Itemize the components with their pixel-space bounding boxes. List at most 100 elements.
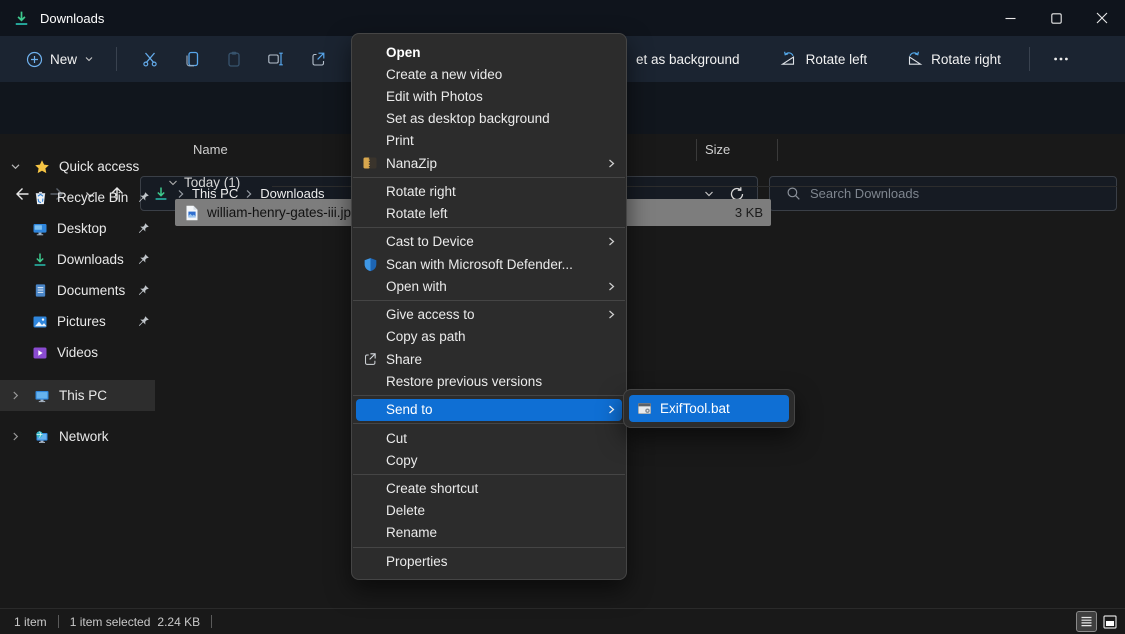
nanazip-icon (361, 154, 379, 172)
file-size: 3 KB (735, 205, 763, 220)
menu-separator (353, 423, 625, 424)
submenu-arrow-icon (607, 309, 616, 320)
menu-item-open-with[interactable]: Open with (352, 275, 626, 297)
copy-icon (183, 50, 201, 68)
context-menu: Open Create a new video Edit with Photos… (351, 33, 627, 580)
sidebar-item-recycle-bin[interactable]: Recycle Bin (0, 182, 160, 213)
pin-icon (137, 253, 150, 266)
menu-item-copy-as-path[interactable]: Copy as path (352, 326, 626, 348)
rotate-left-icon (780, 50, 798, 68)
see-more-icon (1052, 50, 1070, 68)
column-divider[interactable] (777, 139, 778, 161)
chevron-down-icon (84, 54, 94, 64)
submenu-item-label: ExifTool.bat (660, 401, 730, 416)
chevron-down-icon[interactable] (0, 161, 30, 172)
sidebar-item-pictures[interactable]: Pictures (0, 306, 160, 337)
sidebar-item-label: Downloads (57, 252, 124, 267)
menu-item-open[interactable]: Open (352, 41, 626, 63)
sidebar-item-network[interactable]: Network (0, 421, 160, 452)
status-divider (58, 615, 59, 628)
maximize-button[interactable] (1033, 0, 1079, 36)
navigation-pane: Quick access Recycle Bin Desktop Downloa… (0, 134, 160, 608)
sidebar-item-desktop[interactable]: Desktop (0, 213, 160, 244)
pin-icon (137, 222, 150, 235)
menu-item-set-as-desktop-background[interactable]: Set as desktop background (352, 108, 626, 130)
videos-icon (28, 345, 52, 361)
minimize-button[interactable] (987, 0, 1033, 36)
submenu-item-exiftool-bat[interactable]: ExifTool.bat (629, 395, 789, 422)
toolbar-divider (116, 47, 117, 71)
menu-item-share[interactable]: Share (352, 348, 626, 370)
menu-separator (353, 547, 625, 548)
new-button[interactable]: New (16, 45, 104, 74)
recycle-bin-icon (28, 190, 52, 205)
cut-button[interactable] (129, 42, 171, 76)
title-bar: Downloads (0, 0, 1125, 36)
menu-item-create-a-new-video[interactable]: Create a new video (352, 63, 626, 85)
chevron-right-icon[interactable] (0, 390, 30, 401)
column-header-size[interactable]: Size (705, 142, 730, 157)
menu-item-rotate-left[interactable]: Rotate left (352, 203, 626, 225)
large-icons-view-icon (1103, 615, 1117, 629)
file-list-pane: Name Size Today (1) william-henry-gates-… (160, 134, 1125, 608)
sidebar-item-label: This PC (59, 388, 107, 403)
rotate-left-label: Rotate left (806, 52, 868, 67)
menu-item-copy[interactable]: Copy (352, 449, 626, 471)
menu-item-rotate-right[interactable]: Rotate right (352, 180, 626, 202)
menu-item-give-access-to[interactable]: Give access to (352, 304, 626, 326)
submenu-arrow-icon (607, 281, 616, 292)
share-button[interactable] (297, 42, 339, 76)
desktop-icon (28, 221, 52, 237)
toolbar-right-group: et as background Rotate left Rotate righ… (628, 36, 1078, 82)
rotate-right-label: Rotate right (931, 52, 1001, 67)
menu-item-properties[interactable]: Properties (352, 550, 626, 572)
sidebar-item-quick-access[interactable]: Quick access (0, 151, 160, 182)
star-icon (30, 159, 54, 175)
sidebar-item-videos[interactable]: Videos (0, 337, 160, 368)
menu-item-nanazip[interactable]: NanaZip (352, 152, 626, 174)
menu-item-rename[interactable]: Rename (352, 522, 626, 544)
menu-separator (353, 300, 625, 301)
menu-separator (353, 227, 625, 228)
sidebar-item-downloads[interactable]: Downloads (0, 244, 160, 275)
sidebar-item-documents[interactable]: Documents (0, 275, 160, 306)
group-header-label: Today (1) (184, 175, 240, 190)
submenu-arrow-icon (607, 158, 616, 169)
status-bar: 1 item 1 item selected 2.24 KB (0, 608, 1125, 634)
menu-item-delete[interactable]: Delete (352, 500, 626, 522)
menu-item-send-to[interactable]: Send to (356, 399, 622, 421)
status-selection-summary: 1 item selected (70, 615, 151, 629)
sidebar-item-label: Desktop (57, 221, 107, 236)
status-selection-size: 2.24 KB (157, 615, 200, 629)
rotate-right-button[interactable]: Rotate right (897, 44, 1009, 74)
file-name: william-henry-gates-iii.jpg (207, 205, 359, 220)
large-icons-view-button[interactable] (1100, 612, 1119, 631)
menu-item-restore-previous-versions[interactable]: Restore previous versions (352, 370, 626, 392)
close-button[interactable] (1079, 0, 1125, 36)
share-icon (361, 350, 379, 368)
group-header-today[interactable]: Today (1) (168, 175, 240, 190)
status-item-count: 1 item (14, 615, 47, 629)
rename-button[interactable] (255, 42, 297, 76)
menu-item-print[interactable]: Print (352, 130, 626, 152)
chevron-down-icon[interactable] (168, 178, 178, 188)
rotate-left-button[interactable]: Rotate left (772, 44, 876, 74)
paste-button[interactable] (213, 42, 255, 76)
new-button-label: New (50, 52, 77, 67)
menu-item-create-shortcut[interactable]: Create shortcut (352, 478, 626, 500)
set-as-background-button[interactable]: et as background (628, 46, 748, 73)
copy-button[interactable] (171, 42, 213, 76)
chevron-right-icon[interactable] (0, 431, 30, 442)
details-view-button[interactable] (1077, 612, 1096, 631)
column-header-name[interactable]: Name (193, 142, 228, 157)
menu-item-cast-to-device[interactable]: Cast to Device (352, 231, 626, 253)
see-more-button[interactable] (1044, 42, 1078, 76)
submenu-arrow-icon (607, 236, 616, 247)
menu-item-edit-with-photos[interactable]: Edit with Photos (352, 85, 626, 107)
scissors-icon (141, 50, 159, 68)
menu-item-scan-with-microsoft-defender[interactable]: Scan with Microsoft Defender... (352, 253, 626, 275)
details-view-icon (1080, 615, 1093, 628)
sidebar-item-this-pc[interactable]: This PC (0, 380, 155, 411)
column-divider[interactable] (696, 139, 697, 161)
menu-item-cut[interactable]: Cut (352, 427, 626, 449)
